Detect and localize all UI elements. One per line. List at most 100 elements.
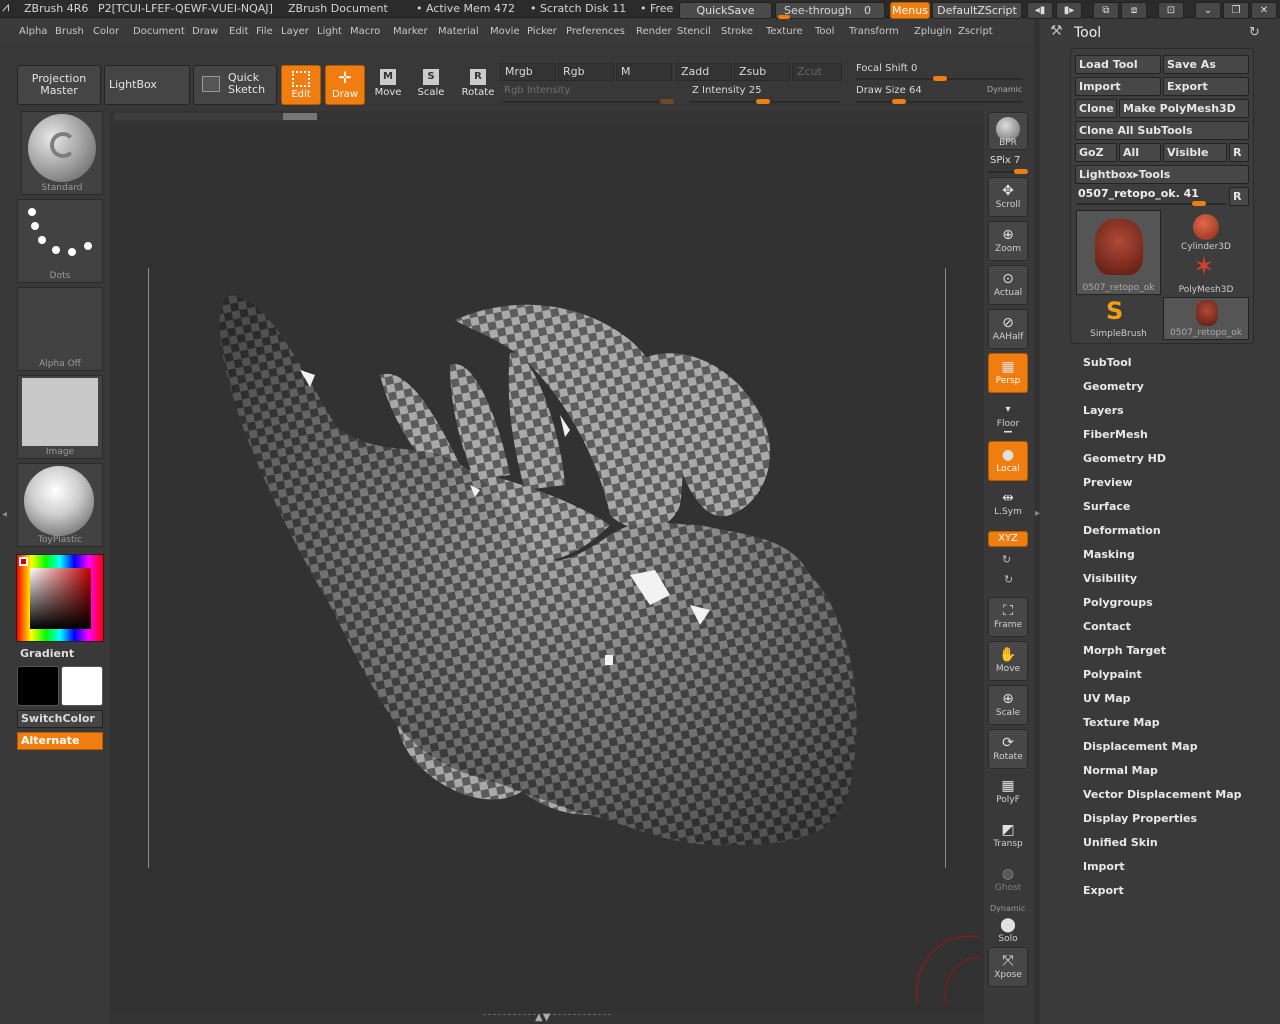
spix-label[interactable]: SPix 7 bbox=[990, 155, 1020, 166]
dynamic-button[interactable]: Dynamic bbox=[987, 85, 1022, 94]
fibermesh-menu[interactable]: FiberMesh bbox=[1083, 428, 1148, 441]
menu-brush[interactable]: Brush bbox=[55, 26, 84, 37]
see-through-slider[interactable]: See-through 0 bbox=[775, 2, 885, 19]
current-tool-slider-label[interactable]: 0507_retopo_ok. 41 bbox=[1078, 187, 1199, 200]
menu-color[interactable]: Color bbox=[93, 26, 119, 37]
menu-marker[interactable]: Marker bbox=[393, 26, 428, 37]
scroll-left-icon[interactable]: ◂▮ bbox=[1027, 2, 1053, 19]
ghost-button[interactable]: ◍ Ghost bbox=[988, 861, 1028, 901]
gradient-label[interactable]: Gradient bbox=[20, 647, 74, 660]
lock-icon[interactable]: ⊡ bbox=[1158, 2, 1184, 19]
expand-bottom-icon[interactable]: ▲▼ bbox=[535, 1012, 550, 1023]
rotate-mode-button[interactable]: R Rotate bbox=[457, 65, 499, 105]
menu-file[interactable]: File bbox=[256, 26, 273, 37]
displacement-map-menu[interactable]: Displacement Map bbox=[1083, 740, 1198, 753]
subtool-menu[interactable]: SubTool bbox=[1083, 356, 1132, 369]
import-menu[interactable]: Import bbox=[1083, 860, 1125, 873]
aahalf-button[interactable]: ⊘ AAHalf bbox=[988, 309, 1028, 349]
texture-thumbnail[interactable]: Image bbox=[17, 375, 103, 459]
export-menu[interactable]: Export bbox=[1083, 884, 1124, 897]
canvas-rotate-gizmo-icon[interactable] bbox=[916, 935, 981, 1006]
draw-button[interactable]: ✛ Draw bbox=[325, 65, 365, 105]
menu-tool[interactable]: Tool bbox=[815, 26, 834, 37]
scroll-button[interactable]: ✥ Scroll bbox=[988, 177, 1028, 217]
quick-sketch-button[interactable]: Quick Sketch bbox=[193, 65, 277, 105]
vector-displacement-map-menu[interactable]: Vector Displacement Map bbox=[1083, 788, 1242, 801]
export-button[interactable]: Export bbox=[1163, 77, 1249, 96]
preview-menu[interactable]: Preview bbox=[1083, 476, 1133, 489]
z-intensity-slider[interactable] bbox=[690, 99, 840, 104]
surface-menu[interactable]: Surface bbox=[1083, 500, 1130, 513]
layout-alt-icon[interactable]: ⧈ bbox=[1121, 2, 1147, 19]
make-polymesh-button[interactable]: Make PolyMesh3D bbox=[1119, 99, 1249, 118]
default-zscript-button[interactable]: DefaultZScript bbox=[932, 2, 1022, 19]
geometry-hd-menu[interactable]: Geometry HD bbox=[1083, 452, 1166, 465]
menu-preferences[interactable]: Preferences bbox=[566, 26, 625, 37]
spix-slider[interactable] bbox=[988, 169, 1028, 174]
edit-button[interactable]: Edit bbox=[281, 65, 321, 105]
main-color-swatch[interactable] bbox=[17, 666, 59, 706]
menus-button[interactable]: Menus bbox=[890, 2, 930, 19]
xpose-button[interactable]: ⤧ Xpose bbox=[988, 947, 1028, 987]
menu-movie[interactable]: Movie bbox=[490, 26, 520, 37]
bpr-button[interactable]: BPR bbox=[988, 112, 1028, 150]
solo-button[interactable]: ⬤ Solo bbox=[988, 912, 1028, 946]
import-button[interactable]: Import bbox=[1075, 77, 1161, 96]
menu-document[interactable]: Document bbox=[133, 26, 185, 37]
persp-button[interactable]: ▦ Persp bbox=[988, 353, 1028, 393]
scale-mode-button[interactable]: S Scale bbox=[411, 65, 451, 105]
zsub-button[interactable]: Zsub bbox=[734, 63, 790, 81]
scale-view-button[interactable]: ⊕ Scale bbox=[988, 685, 1028, 725]
menu-zscript[interactable]: Zscript bbox=[958, 26, 993, 37]
draw-size-label[interactable]: Draw Size 64 bbox=[856, 85, 922, 96]
normal-map-menu[interactable]: Normal Map bbox=[1083, 764, 1158, 777]
masking-menu[interactable]: Masking bbox=[1083, 548, 1135, 561]
mrgb-button[interactable]: Mrgb bbox=[500, 63, 556, 81]
zcut-button[interactable]: Zcut bbox=[792, 63, 842, 81]
contact-menu[interactable]: Contact bbox=[1083, 620, 1131, 633]
goz-visible-button[interactable]: Visible bbox=[1163, 143, 1227, 162]
morph-target-menu[interactable]: Morph Target bbox=[1083, 644, 1166, 657]
load-tool-button[interactable]: Load Tool bbox=[1075, 55, 1161, 74]
menu-light[interactable]: Light bbox=[317, 26, 342, 37]
close-icon[interactable]: ✕ bbox=[1251, 2, 1277, 19]
color-square[interactable] bbox=[30, 568, 91, 629]
xyz-button[interactable]: XYZ bbox=[988, 531, 1028, 547]
rgb-intensity-slider[interactable] bbox=[502, 99, 674, 104]
alternate-button[interactable]: Alternate bbox=[17, 732, 103, 750]
texture-map-menu[interactable]: Texture Map bbox=[1083, 716, 1160, 729]
polypaint-menu[interactable]: Polypaint bbox=[1083, 668, 1142, 681]
z-intensity-label[interactable]: Z Intensity 25 bbox=[692, 85, 761, 96]
canvas-scroll-thumb[interactable] bbox=[283, 113, 317, 120]
geometry-menu[interactable]: Geometry bbox=[1083, 380, 1144, 393]
lightbox-button[interactable]: LightBox bbox=[104, 65, 190, 105]
menu-draw[interactable]: Draw bbox=[192, 26, 218, 37]
menu-layer[interactable]: Layer bbox=[281, 26, 309, 37]
actual-button[interactable]: ⊙ Actual bbox=[988, 265, 1028, 305]
polygroups-menu[interactable]: Polygroups bbox=[1083, 596, 1153, 609]
save-as-button[interactable]: Save As bbox=[1163, 55, 1249, 74]
menu-picker[interactable]: Picker bbox=[527, 26, 557, 37]
menu-edit[interactable]: Edit bbox=[229, 26, 248, 37]
material-thumbnail[interactable]: ToyPlastic bbox=[17, 463, 103, 547]
visibility-menu[interactable]: Visibility bbox=[1083, 572, 1137, 585]
reset-icon[interactable]: ↻ bbox=[1249, 25, 1260, 40]
frame-button[interactable]: ⛶ Frame bbox=[988, 597, 1028, 637]
tool-palette-title[interactable]: Tool bbox=[1074, 25, 1101, 41]
rgb-button[interactable]: Rgb bbox=[558, 63, 614, 81]
focal-shift-label[interactable]: Focal Shift 0 bbox=[856, 63, 917, 74]
tool-thumb-cylinder[interactable]: Cylinder3D bbox=[1163, 210, 1249, 253]
focal-shift-slider[interactable] bbox=[856, 76, 1022, 81]
current-tool-slider[interactable] bbox=[1076, 201, 1226, 206]
floor-button[interactable]: ▾ ▁ Floor bbox=[988, 397, 1028, 437]
menu-transform[interactable]: Transform bbox=[849, 26, 899, 37]
layers-menu[interactable]: Layers bbox=[1083, 404, 1124, 417]
lsym-button[interactable]: ⇹ L.Sym bbox=[988, 485, 1028, 525]
lightbox-tools-button[interactable]: Lightbox▸Tools bbox=[1075, 165, 1249, 184]
display-properties-menu[interactable]: Display Properties bbox=[1083, 812, 1197, 825]
maximize-icon[interactable]: ❐ bbox=[1223, 2, 1249, 19]
clone-all-subtools-button[interactable]: Clone All SubTools bbox=[1075, 121, 1249, 140]
zoom-button[interactable]: ⊕ Zoom bbox=[988, 221, 1028, 261]
clone-button[interactable]: Clone bbox=[1075, 99, 1117, 118]
polyf-button[interactable]: ▦ PolyF bbox=[988, 773, 1028, 813]
